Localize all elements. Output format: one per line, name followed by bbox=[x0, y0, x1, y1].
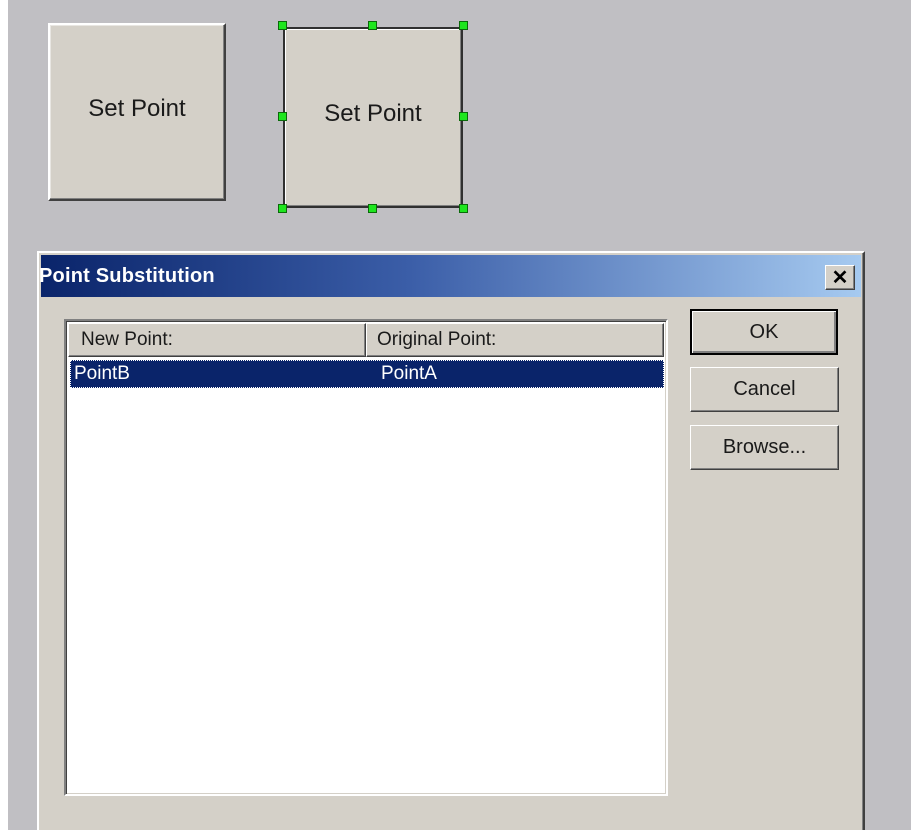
resize-handle-right[interactable] bbox=[459, 112, 468, 121]
resize-handle-top-right[interactable] bbox=[459, 21, 468, 30]
cancel-button[interactable]: Cancel bbox=[690, 367, 839, 412]
column-header-new-point[interactable]: New Point: bbox=[68, 323, 366, 357]
browse-button[interactable]: Browse... bbox=[690, 425, 839, 470]
column-header-original-point[interactable]: Original Point: bbox=[366, 323, 664, 357]
point-list[interactable]: New Point: Original Point: PointB PointA bbox=[64, 319, 668, 796]
set-point-button-label: Set Point bbox=[324, 99, 422, 127]
dialog-titlebar[interactable]: Point Substitution ✕ bbox=[39, 255, 861, 297]
close-icon: ✕ bbox=[831, 266, 849, 289]
dialog-title: Point Substitution bbox=[39, 264, 215, 287]
set-point-button[interactable]: Set Point bbox=[48, 23, 226, 201]
resize-handle-left[interactable] bbox=[278, 112, 287, 121]
list-row[interactable]: PointB PointA bbox=[70, 360, 664, 388]
resize-handle-top[interactable] bbox=[368, 21, 377, 30]
set-point-button-selected[interactable]: Set Point bbox=[283, 27, 463, 208]
resize-handle-bottom-left[interactable] bbox=[278, 204, 287, 213]
list-header: New Point: Original Point: bbox=[68, 323, 664, 357]
canvas-left-edge bbox=[0, 0, 8, 830]
close-button[interactable]: ✕ bbox=[825, 265, 855, 290]
ok-button[interactable]: OK bbox=[690, 309, 838, 355]
cell-new-point: PointB bbox=[74, 363, 130, 384]
resize-handle-bottom-right[interactable] bbox=[459, 204, 468, 213]
resize-handle-top-left[interactable] bbox=[278, 21, 287, 30]
set-point-button-label: Set Point bbox=[88, 95, 186, 122]
resize-handle-bottom[interactable] bbox=[368, 204, 377, 213]
cell-original-point: PointA bbox=[381, 363, 437, 384]
